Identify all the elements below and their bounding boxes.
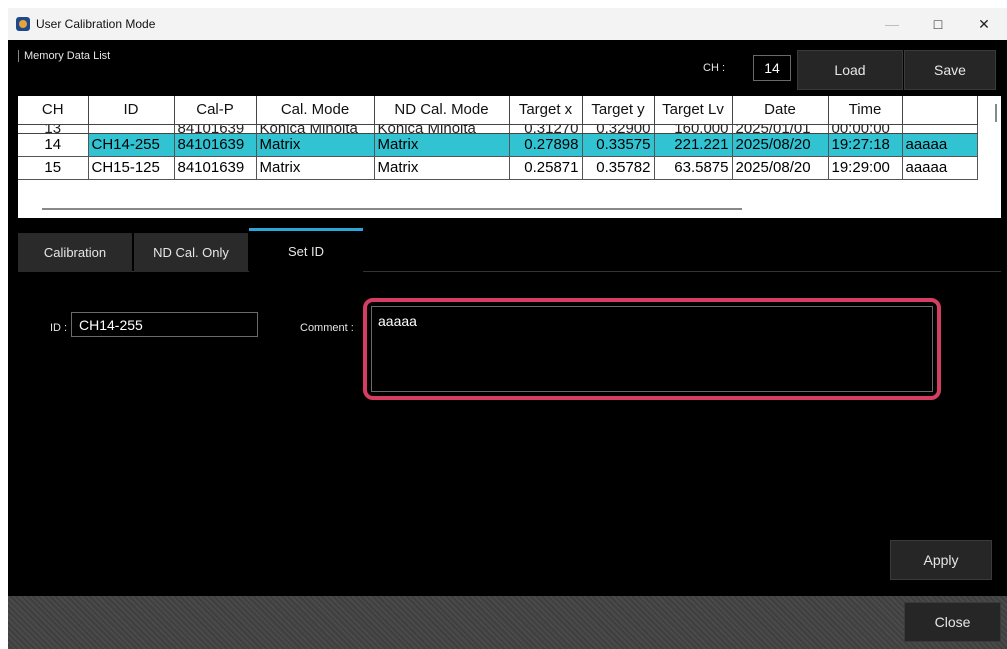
table-cell: 0.27898 <box>509 133 583 157</box>
table-cell: 2025/01/01 <box>732 124 829 134</box>
ch-label: CH : <box>703 62 725 74</box>
column-header[interactable]: Date <box>732 96 829 125</box>
column-header[interactable]: Cal. Mode <box>256 96 375 125</box>
column-header[interactable] <box>902 96 978 125</box>
table-row[interactable]: 14 CH14-255 84101639 Matrix Matrix 0.27898 0.3… <box>18 133 978 157</box>
app-icon <box>16 17 30 31</box>
table-cell: 221.221 <box>654 133 733 157</box>
comment-field[interactable]: aaaaa <box>371 306 933 392</box>
table-cell: aaaaa <box>902 133 978 157</box>
table-row[interactable]: 15 CH15-125 84101639 Matrix Matrix 0.25871 0.3… <box>18 156 978 180</box>
table-cell: 19:29:00 <box>828 156 903 180</box>
title-bar: User Calibration Mode — □ ✕ <box>8 8 1007 40</box>
table-cell: CH15-125 <box>88 156 175 180</box>
column-header[interactable]: Time <box>828 96 903 125</box>
minimize-button[interactable]: — <box>869 8 915 40</box>
close-window-button[interactable]: ✕ <box>961 8 1007 40</box>
memory-data-list-label: Memory Data List <box>18 50 110 62</box>
table-cell: 15 <box>18 156 89 180</box>
tab-set-id[interactable]: Set ID <box>249 228 363 272</box>
table-cell: 84101639 <box>174 156 257 180</box>
tab-nd-cal-only[interactable]: ND Cal. Only <box>134 233 248 272</box>
table-cell: Matrix <box>374 133 510 157</box>
table-cell: Matrix <box>256 156 375 180</box>
table-cell: 160.000 <box>654 124 733 134</box>
table-cell: 14 <box>18 133 89 157</box>
horizontal-scrollbar[interactable] <box>42 208 742 210</box>
table-cell <box>88 124 175 134</box>
table-cell: 2025/08/20 <box>732 156 829 180</box>
tab-bar: Calibration ND Cal. Only Set ID <box>18 228 1001 272</box>
table-cell <box>902 124 978 134</box>
table-cell: 84101639 <box>174 133 257 157</box>
main-window: Memory Data List CH : 14 Load Save CH ID C… <box>8 40 1007 649</box>
set-id-panel: ID : CH14-255 Comment : aaaaa Apply <box>18 272 1001 592</box>
column-header[interactable]: CH <box>18 96 89 125</box>
table-cell: 00:00:00 <box>828 124 903 134</box>
maximize-button[interactable]: □ <box>915 8 961 40</box>
table-cell: 2025/08/20 <box>732 133 829 157</box>
id-field[interactable]: CH14-255 <box>71 312 258 337</box>
table-cell: Konica Minolta <box>374 124 510 134</box>
column-header[interactable]: Target Lv <box>654 96 733 125</box>
table-cell: 0.25871 <box>509 156 583 180</box>
table-header-row: CH ID Cal-P Cal. Mode ND Cal. Mode Target x Ta… <box>18 96 978 125</box>
table-cell: Konica Minolta <box>256 124 375 134</box>
table-cell: 84101639 <box>174 124 257 134</box>
table-cell: Matrix <box>256 133 375 157</box>
table-row-partial[interactable]: 13 84101639 Konica Minolta Konica Minolta 0.… <box>18 124 978 134</box>
column-header[interactable]: Cal-P <box>174 96 257 125</box>
table-cell: 0.31270 <box>509 124 583 134</box>
column-header[interactable]: Target x <box>509 96 583 125</box>
tab-calibration[interactable]: Calibration <box>18 233 132 272</box>
vertical-scrollbar[interactable] <box>995 104 997 122</box>
apply-button[interactable]: Apply <box>890 540 992 580</box>
table-cell: 19:27:18 <box>828 133 903 157</box>
ch-input[interactable]: 14 <box>753 55 791 81</box>
table-cell: CH14-255 <box>88 133 175 157</box>
column-header[interactable]: ID <box>88 96 175 125</box>
table-cell: 63.5875 <box>654 156 733 180</box>
column-header[interactable]: Target y <box>582 96 655 125</box>
table-cell: aaaaa <box>902 156 978 180</box>
table-cell: 0.32900 <box>582 124 655 134</box>
window-title: User Calibration Mode <box>36 17 156 31</box>
save-button[interactable]: Save <box>904 50 996 90</box>
table-cell: 13 <box>18 124 89 134</box>
memory-data-table[interactable]: CH ID Cal-P Cal. Mode ND Cal. Mode Target x Ta… <box>18 96 1001 218</box>
bottom-bar <box>8 596 1007 649</box>
table-cell: 0.35782 <box>582 156 655 180</box>
id-label: ID : <box>50 322 68 334</box>
load-button[interactable]: Load <box>797 50 903 90</box>
column-header[interactable]: ND Cal. Mode <box>374 96 510 125</box>
window-controls: — □ ✕ <box>869 8 1007 40</box>
comment-highlight: aaaaa <box>363 298 941 400</box>
comment-label: Comment : <box>300 322 354 334</box>
table-cell: 0.33575 <box>582 133 655 157</box>
table-cell: Matrix <box>374 156 510 180</box>
close-button[interactable]: Close <box>904 602 1001 642</box>
